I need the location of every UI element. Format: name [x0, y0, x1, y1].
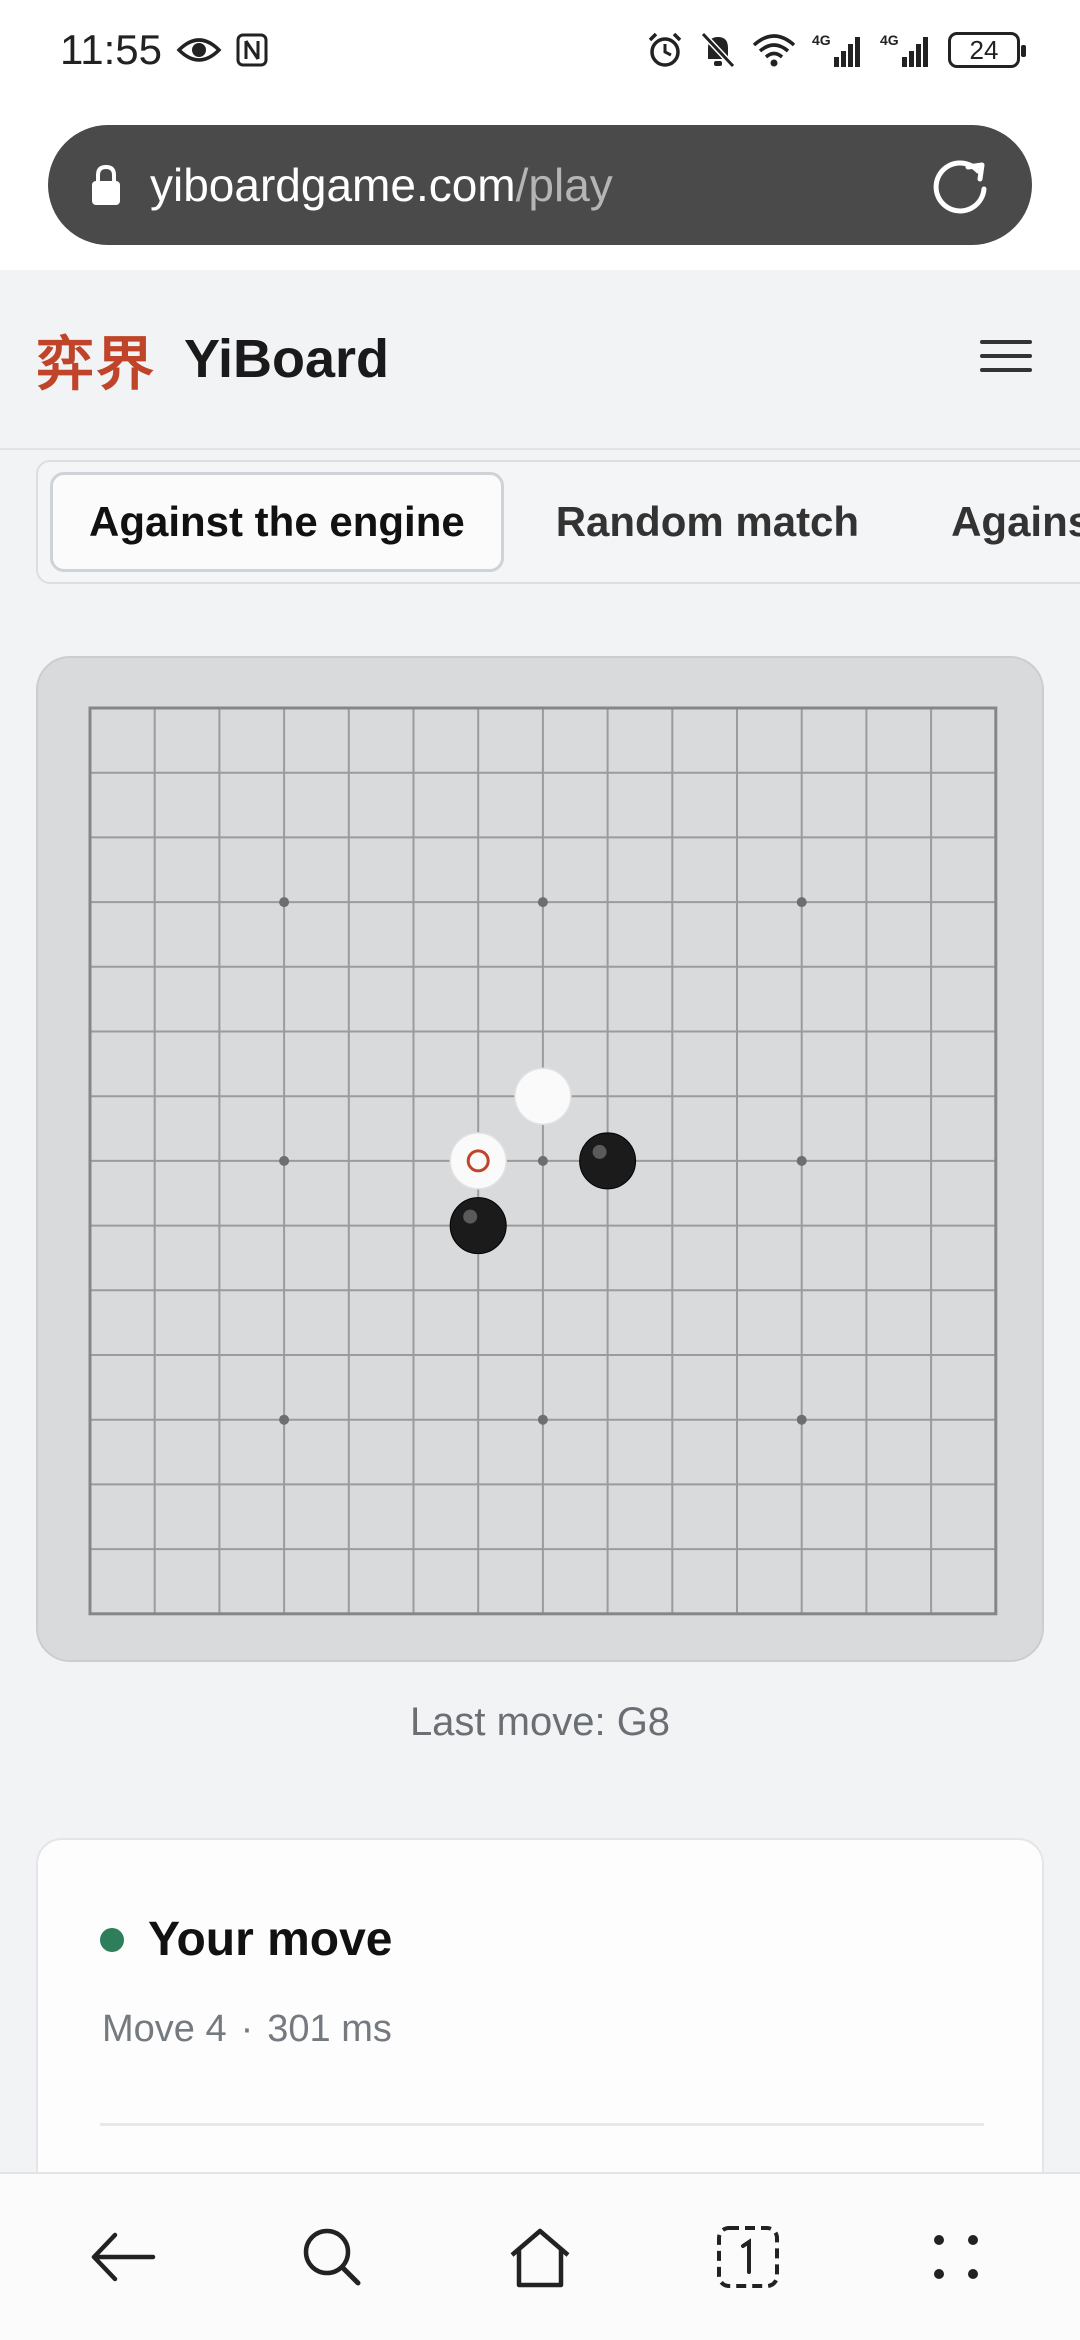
- card-divider: [100, 2123, 984, 2126]
- stone-highlight: [463, 1209, 478, 1224]
- browser-toolbar: yiboardgame.com/play: [0, 100, 1080, 270]
- star-point: [537, 1155, 548, 1166]
- tab-against-friend[interactable]: Against a friend: [905, 472, 1080, 572]
- stone-highlight: [592, 1144, 607, 1159]
- battery-level: 24: [969, 34, 999, 65]
- last-move-text: Last move: G8: [409, 1700, 671, 1744]
- alarm-icon: [646, 31, 684, 69]
- site-name[interactable]: YiBoard: [184, 328, 389, 390]
- star-point: [537, 1414, 548, 1425]
- star-point: [796, 897, 807, 908]
- star-point: [796, 1155, 807, 1166]
- separator: ·: [240, 2008, 254, 2050]
- status-right: 4G 4G 24: [646, 31, 1026, 69]
- battery-icon: 24: [948, 32, 1026, 68]
- site-logo[interactable]: 弈界: [36, 317, 156, 401]
- signal-icon: 4G: [880, 31, 932, 69]
- mute-icon: [700, 31, 736, 69]
- network-label: 4G: [812, 32, 831, 48]
- back-icon[interactable]: [69, 2202, 179, 2312]
- browser-bottom-nav: [0, 2172, 1080, 2340]
- status-left: 11:55: [60, 26, 268, 74]
- turn-indicator: Your move: [100, 1912, 393, 1967]
- tab-random-match[interactable]: Random match: [510, 472, 905, 572]
- home-icon[interactable]: [485, 2202, 595, 2312]
- black-stone[interactable]: [449, 1197, 507, 1255]
- star-point: [279, 897, 290, 908]
- menu-line: [980, 368, 1032, 372]
- tab-against-engine[interactable]: Against the engine: [50, 472, 504, 572]
- menu-line: [980, 340, 1032, 344]
- network-label: 4G: [880, 32, 899, 48]
- move-number: Move 4: [102, 2008, 227, 2050]
- tab-list: Against the engine Random match Against …: [38, 462, 1080, 582]
- reload-icon[interactable]: [928, 153, 992, 217]
- star-point: [279, 1414, 290, 1425]
- turn-title: Your move: [148, 1913, 393, 1966]
- star-point: [279, 1155, 290, 1166]
- turn-dot-icon: [100, 1927, 124, 1952]
- star-point: [796, 1414, 807, 1425]
- lock-icon: [88, 163, 124, 207]
- mode-tabs: Against the engine Random match Against …: [36, 460, 1080, 584]
- white-stone[interactable]: [449, 1132, 507, 1190]
- search-icon[interactable]: [277, 2202, 387, 2312]
- menu-line: [980, 354, 1032, 358]
- game-board-frame: [36, 656, 1044, 1662]
- think-time: 301 ms: [267, 2008, 392, 2050]
- url-path: /play: [515, 159, 613, 211]
- hamburger-menu-icon[interactable]: [980, 334, 1032, 378]
- status-bar: 11:55 4G 4G 24: [0, 0, 1080, 100]
- nfc-icon: [236, 33, 268, 67]
- tabs-icon[interactable]: [693, 2202, 803, 2312]
- move-info: Move 4 · 301 ms: [102, 2008, 392, 2051]
- white-stone[interactable]: [514, 1067, 572, 1125]
- game-board[interactable]: [38, 658, 1046, 1664]
- url-domain: yiboardgame.com: [150, 159, 516, 211]
- status-time: 11:55: [60, 26, 162, 73]
- site-header: 弈界 YiBoard: [0, 270, 1080, 450]
- signal-icon: 4G: [812, 31, 864, 69]
- eye-icon: [176, 35, 222, 65]
- url-text[interactable]: yiboardgame.com/play: [150, 158, 928, 212]
- black-stone[interactable]: [579, 1132, 637, 1190]
- star-point: [537, 897, 548, 908]
- address-bar[interactable]: yiboardgame.com/play: [48, 125, 1032, 245]
- more-menu-icon[interactable]: [901, 2202, 1011, 2312]
- wifi-icon: [752, 33, 796, 67]
